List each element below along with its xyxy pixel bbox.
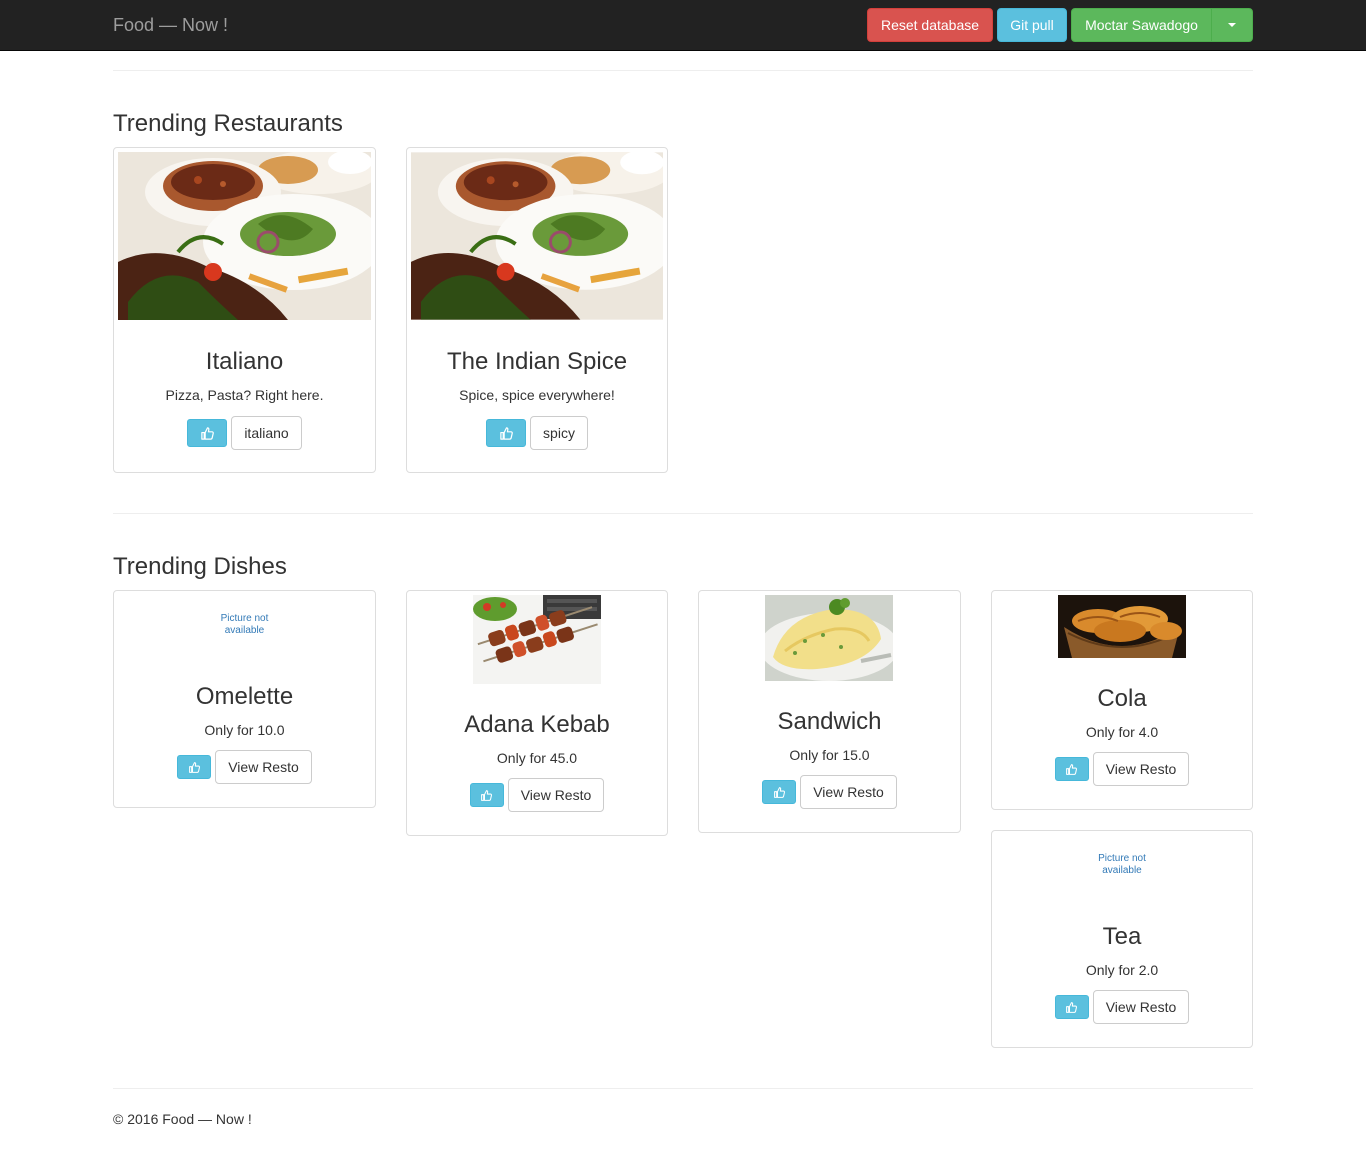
dish-card: Picture not available Tea Only for 2.0 Vi…: [991, 830, 1253, 1048]
dish-price: Only for 45.0: [496, 750, 578, 766]
like-button[interactable]: [177, 755, 212, 779]
thumbs-up-icon: [200, 426, 215, 441]
trending-dishes-heading: Trending Dishes: [113, 553, 287, 580]
tag-button[interactable]: spicy: [530, 416, 588, 450]
dish-name: Adana Kebab: [464, 711, 610, 738]
like-button[interactable]: [762, 780, 797, 804]
trending-restaurants-heading: Trending Restaurants: [113, 110, 343, 137]
thumbs-up-icon: [1065, 763, 1078, 776]
restaurant-card: Italiano Pizza, Pasta? Right here. itali…: [113, 147, 376, 473]
navbar: Food — Now ! Reset database Git pull Moc…: [0, 0, 1366, 51]
brand-link[interactable]: Food — Now !: [113, 14, 228, 36]
dish-image: [473, 595, 601, 684]
picture-not-available: Picture not available: [1098, 853, 1146, 876]
dish-name: Sandwich: [777, 708, 882, 735]
picture-not-available: Picture not available: [220, 613, 269, 636]
thumbs-up-icon: [1065, 1001, 1078, 1014]
view-resto-button[interactable]: View Resto: [215, 750, 312, 784]
caret-down-icon: [1228, 23, 1236, 28]
restaurant-image: [411, 152, 663, 320]
view-resto-button[interactable]: View Resto: [1092, 990, 1190, 1024]
restaurant-name: Italiano: [205, 348, 284, 375]
dish-image: [765, 595, 893, 681]
divider: [113, 513, 1253, 514]
dish-card: Adana Kebab Only for 45.0 View Resto: [406, 590, 668, 836]
like-button[interactable]: [469, 783, 504, 807]
thumbs-up-icon: [499, 426, 514, 441]
restaurant-tagline: Pizza, Pasta? Right here.: [165, 387, 324, 403]
user-menu-toggle[interactable]: [1211, 8, 1253, 42]
divider: [113, 1088, 1253, 1089]
git-pull-button[interactable]: Git pull: [997, 8, 1067, 42]
restaurant-name: The Indian Spice: [446, 348, 628, 375]
footer-copyright: © 2016 Food — Now !: [113, 1111, 252, 1127]
reset-database-button[interactable]: Reset database: [867, 8, 993, 42]
thumbs-up-icon: [773, 786, 786, 799]
like-button[interactable]: [486, 419, 527, 447]
like-button[interactable]: [1054, 995, 1089, 1019]
restaurant-card: The Indian Spice Spice, spice everywhere…: [406, 147, 668, 473]
dish-card: Sandwich Only for 15.0 View Resto: [698, 590, 961, 833]
dish-price: Only for 4.0: [1085, 724, 1159, 740]
dish-price: Only for 10.0: [204, 722, 285, 738]
user-menu-button[interactable]: Moctar Sawadogo: [1071, 8, 1212, 42]
restaurant-image: [118, 152, 371, 320]
dish-price: Only for 15.0: [789, 747, 870, 763]
thumbs-up-icon: [188, 761, 201, 774]
dish-price: Only for 2.0: [1085, 962, 1159, 978]
restaurant-tagline: Spice, spice everywhere!: [459, 387, 615, 403]
view-resto-button[interactable]: View Resto: [1092, 752, 1190, 786]
dish-name: Tea: [1102, 923, 1142, 950]
view-resto-button[interactable]: View Resto: [800, 775, 897, 809]
dish-name: Omelette: [195, 683, 294, 710]
like-button[interactable]: [187, 419, 228, 447]
dish-name: Cola: [1097, 685, 1147, 712]
tag-button[interactable]: italiano: [231, 416, 302, 450]
dish-card: Picture not available Omelette Only for 1…: [113, 590, 376, 808]
view-resto-button[interactable]: View Resto: [507, 778, 605, 812]
divider: [113, 70, 1253, 71]
dish-card: Cola Only for 4.0 View Resto: [991, 590, 1253, 810]
thumbs-up-icon: [480, 789, 493, 802]
like-button[interactable]: [1054, 757, 1089, 781]
dish-image: [1058, 595, 1186, 658]
